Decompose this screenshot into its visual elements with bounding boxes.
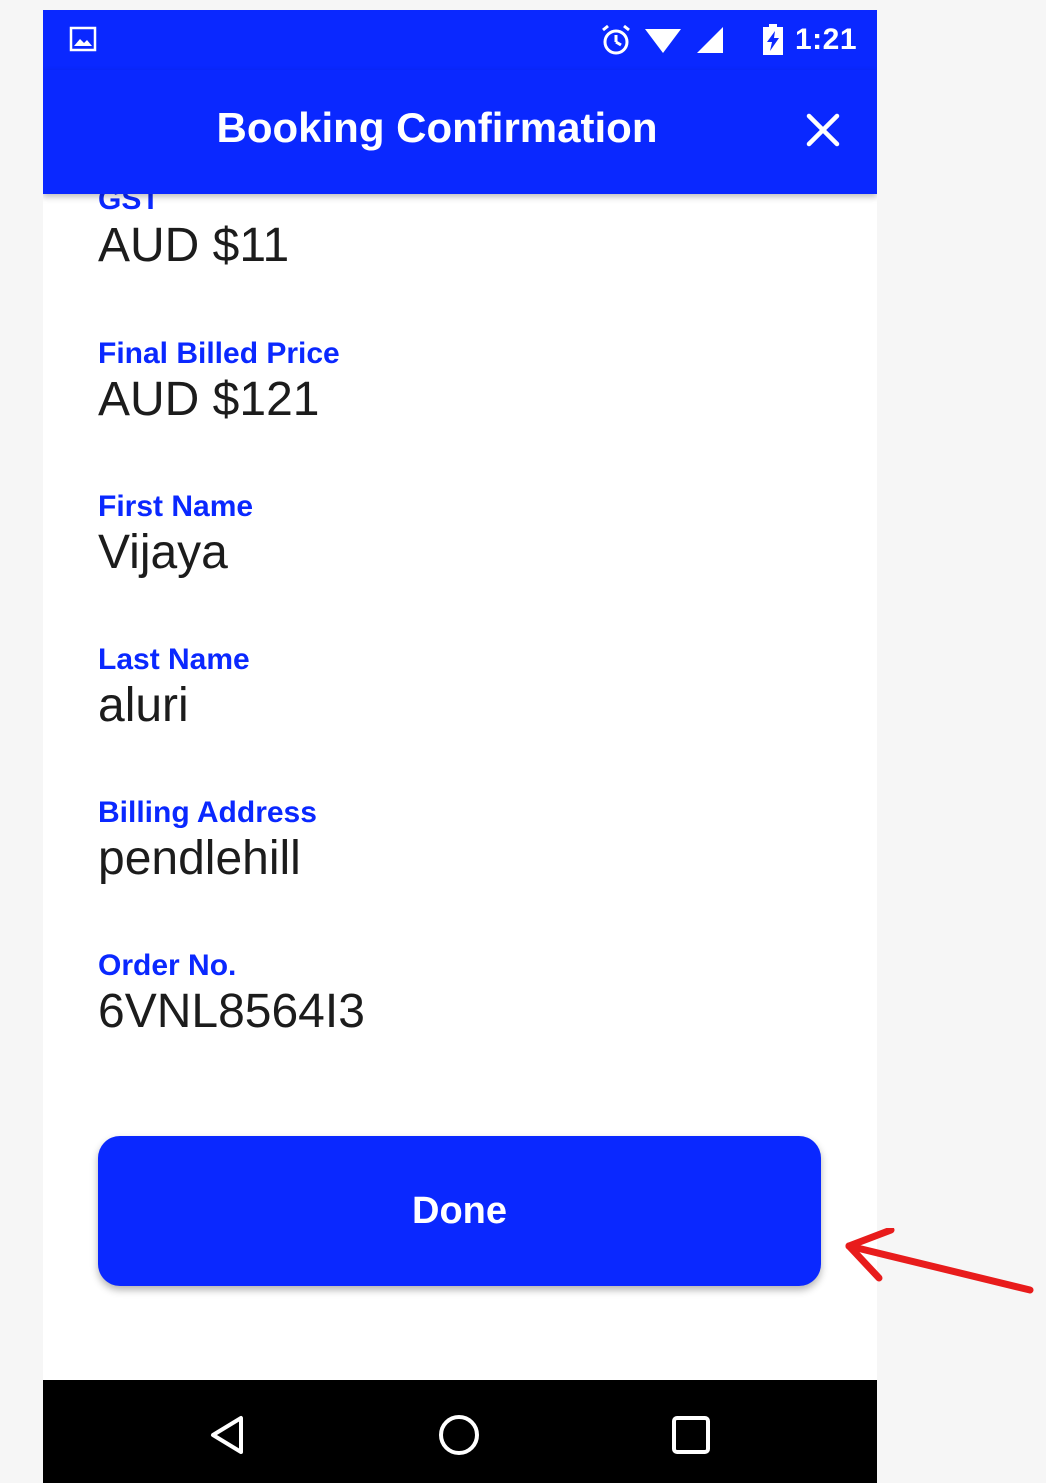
status-time: 1:21 [794, 23, 857, 56]
field-value: 6VNL8564I3 [98, 985, 365, 1038]
page-title: Booking Confirmation [216, 104, 658, 151]
alarm-icon [602, 24, 630, 55]
annotation-arrow-icon [845, 1228, 1034, 1294]
home-icon[interactable] [434, 1410, 484, 1460]
field-value: AUD $121 [98, 373, 320, 426]
field-value: pendlehill [98, 832, 301, 885]
field-first-name: First Name Vijaya [98, 489, 253, 581]
field-value: aluri [98, 679, 189, 732]
field-billing-address: Billing Address pendlehill [98, 795, 317, 887]
field-label: First Name [98, 490, 254, 523]
field-last-name: Last Name aluri [98, 642, 250, 734]
booking-details: GST AUD $11 Final Billed Price AUD $121 … [43, 194, 877, 1380]
close-icon[interactable] [799, 106, 847, 154]
field-value: AUD $11 [98, 219, 290, 272]
navigation-bar [43, 1380, 877, 1483]
phone-screen: 1:21 Booking Confirmation GST AUD $11 Fi… [43, 10, 877, 1483]
status-icons: 1:21 [599, 18, 857, 62]
field-label: Final Billed Price [98, 337, 340, 370]
field-label: Order No. [98, 949, 237, 982]
battery-charging-icon [762, 24, 783, 55]
wifi-icon [644, 29, 681, 53]
field-value: Vijaya [98, 526, 228, 579]
done-button[interactable]: Done [98, 1136, 821, 1286]
recents-icon[interactable] [666, 1410, 716, 1460]
status-bar: 1:21 [43, 10, 877, 70]
field-order-no: Order No. 6VNL8564I3 [98, 948, 365, 1040]
field-gst: GST AUD $11 [98, 194, 289, 274]
field-label: Billing Address [98, 796, 317, 829]
image-icon [69, 26, 97, 52]
field-final-billed-price: Final Billed Price AUD $121 [98, 336, 340, 428]
back-icon[interactable] [203, 1410, 253, 1460]
app-bar: Booking Confirmation [43, 70, 877, 194]
signal-icon [696, 27, 723, 53]
field-label: GST [98, 194, 160, 216]
field-label: Last Name [98, 643, 250, 676]
